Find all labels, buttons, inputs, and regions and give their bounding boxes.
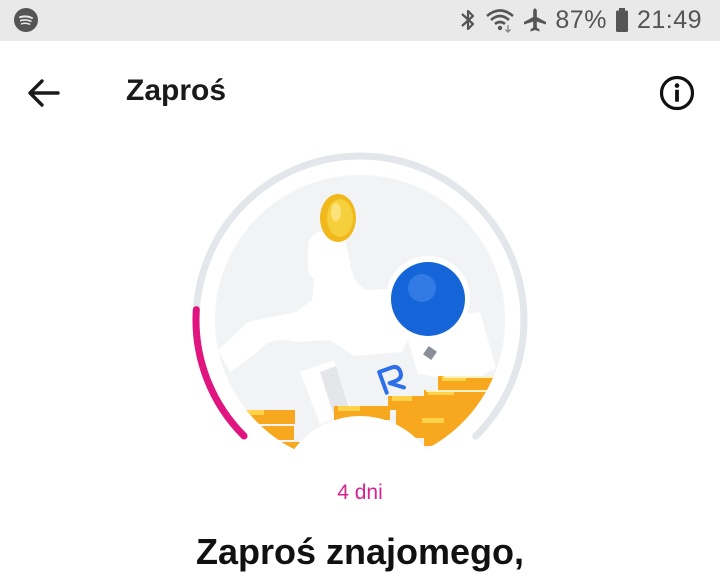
wifi-icon [486,9,515,33]
invite-heading: Zaproś znajomego, [195,531,525,572]
progress-days-label: 4 dni [337,481,383,504]
airplane-mode-icon [524,8,547,32]
battery-icon [615,8,628,32]
back-arrow-icon [28,79,60,107]
back-button[interactable] [22,71,66,115]
info-button[interactable] [655,71,699,115]
avatar-circle [386,256,470,340]
bluetooth-icon [461,9,475,31]
info-icon [659,75,695,111]
app-toolbar: Zaproś [0,41,720,141]
clock: 21:49 [636,5,702,34]
page-title: Zaproś [126,74,227,107]
status-bar: 87% 21:49 [0,0,720,41]
spotify-icon [14,8,38,32]
battery-percentage: 87% [555,5,607,34]
coin-icon [320,194,356,242]
